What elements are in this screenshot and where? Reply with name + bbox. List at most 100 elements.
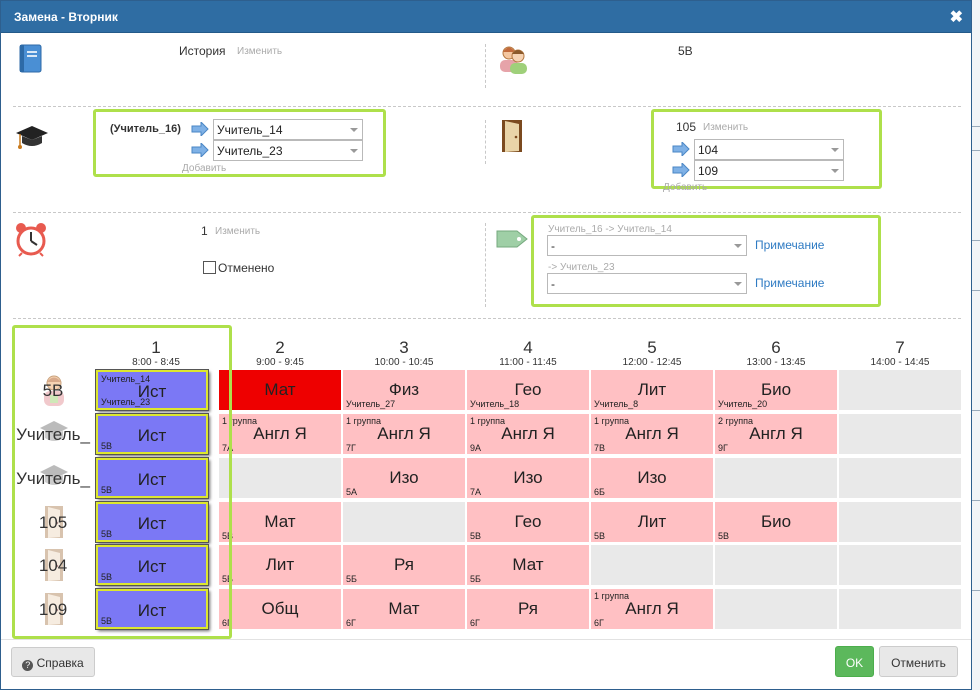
lesson-cell[interactable]: 1 группа Англ Я 7А (219, 414, 341, 454)
lesson-cell[interactable]: 1 группа Англ Я 9А (467, 414, 589, 454)
lesson-cell[interactable]: Лит Учитель_8 (591, 370, 713, 410)
lesson-cell[interactable]: Мат 5В (219, 502, 341, 542)
lesson-cell[interactable] (343, 502, 465, 542)
lesson-cell[interactable] (839, 370, 961, 410)
cell-subject: Гео (514, 512, 542, 531)
lesson-cell[interactable] (839, 414, 961, 454)
cell-subject: Мат (512, 555, 544, 574)
room-change-link[interactable]: Изменить (703, 122, 748, 133)
cell-subject: Мат (388, 599, 420, 618)
period-time: 12:00 - 12:45 (622, 357, 682, 368)
lesson-number: 1 (201, 224, 208, 238)
lesson-cell[interactable]: 1 группа Англ Я 7Г (343, 414, 465, 454)
lesson-cell[interactable]: Лит 5Б (219, 545, 341, 585)
note-label-2: -> Учитель_23 (548, 262, 615, 273)
lesson-cell[interactable]: Изо 5А (343, 458, 465, 498)
column-header: 7 14:00 - 14:45 (839, 328, 961, 369)
period-number: 5 (647, 338, 657, 357)
lesson-cell[interactable] (839, 589, 961, 629)
close-icon[interactable]: ✖ (950, 7, 963, 27)
cancelled-checkbox[interactable] (203, 261, 216, 274)
cell-subject: Лит (637, 512, 667, 531)
lesson-cell[interactable]: Физ Учитель_27 (343, 370, 465, 410)
cell-bottom-note: 5В (718, 531, 730, 541)
note-label-1: Учитель_16 -> Учитель_14 (548, 224, 672, 235)
cell-subject: Ря (394, 555, 414, 574)
note-link-2[interactable]: Примечание (755, 276, 824, 290)
period-number: 2 (275, 338, 285, 357)
chevron-down-icon (831, 169, 839, 173)
cell-subject: Ря (518, 599, 538, 618)
lesson-cell[interactable]: Гео 5В (467, 502, 589, 542)
lesson-cell[interactable]: Био 5В (715, 502, 837, 542)
lesson-cell[interactable] (715, 589, 837, 629)
column-header: 5 12:00 - 12:45 (591, 328, 713, 369)
original-room: 105 (676, 120, 697, 134)
chevron-down-icon (350, 149, 358, 153)
subject-value: История (179, 44, 226, 58)
cell-bottom-note: Учитель_27 (346, 399, 396, 409)
divider (13, 106, 961, 107)
cell-subject: Мат (264, 512, 296, 531)
lesson-cell[interactable]: 2 группа Англ Я 9Г (715, 414, 837, 454)
lesson-cell[interactable]: Лит 5В (591, 502, 713, 542)
period-number: 4 (523, 338, 533, 357)
dialog-footer: ? Справка OK Отменить (1, 639, 971, 689)
lesson-cell[interactable] (715, 458, 837, 498)
add-teacher-link[interactable]: Добавить (182, 163, 226, 174)
cell-bottom-note: 9А (470, 443, 482, 453)
help-button[interactable]: ? Справка (11, 647, 95, 677)
lesson-cell[interactable] (219, 458, 341, 498)
lesson-cell[interactable]: 1 группа Англ Я 6Г (591, 589, 713, 629)
dialog-titlebar: Замена - Вторник ✖ (1, 1, 971, 33)
lesson-cell[interactable]: Мат 6Г (343, 589, 465, 629)
cell-subject: Лит (637, 380, 667, 399)
cell-subject: Изо (637, 468, 667, 487)
arrow-right-icon (191, 143, 209, 157)
question-icon: ? (22, 660, 34, 671)
lesson-cell[interactable]: Гео Учитель_18 (467, 370, 589, 410)
cell-bottom-note: 5В (594, 531, 606, 541)
period-time: 11:00 - 11:45 (499, 357, 557, 368)
lesson-change-link[interactable]: Изменить (215, 226, 260, 237)
cell-bottom-note: 9Г (718, 443, 728, 453)
ok-button[interactable]: OK (835, 646, 874, 677)
lesson-cell[interactable]: Общ 6Г (219, 589, 341, 629)
add-room-link[interactable]: Добавить (663, 182, 707, 193)
note-select-1[interactable]: - (547, 235, 747, 256)
original-teacher: (Учитель_16) (110, 123, 181, 135)
lesson-cell[interactable]: Ря 6Г (467, 589, 589, 629)
subject-change-link[interactable]: Изменить (237, 46, 282, 57)
lesson-cell[interactable] (839, 458, 961, 498)
cell-subject: Англ Я (253, 424, 307, 443)
room-select-2[interactable]: 109 (694, 160, 844, 181)
room-select-1[interactable]: 104 (694, 139, 844, 160)
cell-bottom-note: 7В (594, 443, 606, 453)
cell-bottom-note: 5А (346, 487, 358, 497)
cell-bottom-note: 7А (470, 487, 482, 497)
lesson-cell[interactable]: Био Учитель_20 (715, 370, 837, 410)
note-link-1[interactable]: Примечание (755, 238, 824, 252)
teacher-select-2[interactable]: Учитель_23 (213, 140, 363, 161)
cell-subject: Мат (264, 380, 296, 399)
lesson-cell[interactable]: Мат 5Б (467, 545, 589, 585)
cancel-button[interactable]: Отменить (879, 646, 958, 677)
lesson-cell[interactable]: 1 группа Англ Я 7В (591, 414, 713, 454)
lesson-cell[interactable] (839, 502, 961, 542)
lesson-cell[interactable] (715, 545, 837, 585)
arrow-right-icon (672, 163, 690, 177)
cell-subject: Био (760, 380, 792, 399)
teacher-select-1[interactable]: Учитель_14 (213, 119, 363, 140)
lesson-cell[interactable]: Мат (219, 370, 341, 410)
column-header: 2 9:00 - 9:45 (219, 328, 341, 369)
cell-bottom-note: 6Г (594, 618, 604, 628)
lesson-cell[interactable] (591, 545, 713, 585)
lesson-cell[interactable] (839, 545, 961, 585)
lesson-cell[interactable]: Изо 6Б (591, 458, 713, 498)
lesson-cell[interactable]: Изо 7А (467, 458, 589, 498)
column-header: 3 10:00 - 10:45 (343, 328, 465, 369)
lesson-cell[interactable]: Ря 5Б (343, 545, 465, 585)
note-select-2[interactable]: - (547, 273, 747, 294)
arrow-right-icon (191, 122, 209, 136)
arrow-right-icon (672, 142, 690, 156)
